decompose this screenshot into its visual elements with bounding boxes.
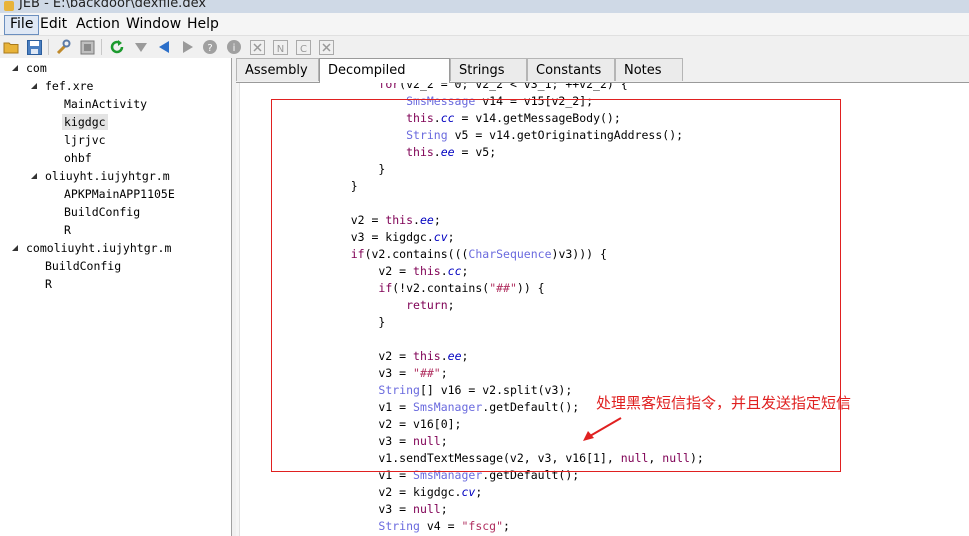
menu-bar: File Edit Action Window Help: [0, 13, 969, 36]
svg-text:N: N: [276, 44, 283, 55]
plugin-icon[interactable]: [79, 39, 95, 55]
c-box-icon[interactable]: C: [295, 39, 311, 55]
save-icon[interactable]: [26, 39, 42, 55]
annotation-highlight-box: [271, 99, 841, 472]
code-line: v3 = null;: [323, 502, 448, 516]
svg-text:C: C: [300, 44, 307, 55]
tree-node-ohbf[interactable]: ohbf: [64, 150, 92, 166]
expand-comoliuyht-icon[interactable]: [12, 245, 18, 251]
open-folder-icon[interactable]: [3, 39, 19, 55]
tree-node-fef-xre[interactable]: fef.xre: [45, 78, 93, 94]
svg-text:i: i: [233, 43, 236, 54]
code-line: v2 = kigdgc.cv;: [323, 485, 483, 499]
tree-node-buildconfig-2[interactable]: BuildConfig: [45, 258, 121, 274]
title-bar: JEB - E:\backdoor\dexfile.dex: [0, 0, 969, 13]
window-title: JEB - E:\backdoor\dexfile.dex: [19, 0, 207, 11]
menu-action[interactable]: Action: [71, 15, 125, 33]
tab-constants[interactable]: Constants: [527, 58, 615, 81]
filter-down-icon[interactable]: [133, 39, 149, 55]
expand-fef-xre-icon[interactable]: [31, 83, 37, 89]
annotation-text: 处理黑客短信指令，并且发送指定短信: [596, 394, 852, 412]
tab-constants-label: Constants: [536, 63, 602, 78]
code-line: for(v2_2 = 0; v2_2 < v3_1; ++v2_2) {: [378, 83, 628, 91]
toolbar: ? i N C: [0, 36, 969, 58]
tab-notes-label: Notes: [624, 63, 662, 78]
tree-node-r-2[interactable]: R: [45, 276, 52, 292]
refresh-icon[interactable]: [109, 39, 125, 55]
code-line: String v4 = "fscg";: [378, 519, 510, 533]
menu-edit[interactable]: Edit: [35, 15, 72, 33]
tree-node-buildconfig[interactable]: BuildConfig: [64, 204, 140, 220]
info-circle-icon[interactable]: i: [226, 39, 242, 55]
app-icon: [4, 1, 14, 11]
package-tree: com fef.xre MainActivity kigdgc ljrjvc o…: [0, 58, 232, 536]
tree-node-kigdgc[interactable]: kigdgc: [62, 114, 108, 130]
editor-gutter: [236, 83, 240, 536]
tree-node-com[interactable]: com: [26, 60, 47, 76]
tab-assembly-label: Assembly: [245, 63, 308, 78]
tab-strings-label: Strings: [459, 63, 505, 78]
expand-oliuyht-icon[interactable]: [31, 173, 37, 179]
tree-node-mainactivity[interactable]: MainActivity: [64, 96, 147, 112]
tree-node-r[interactable]: R: [64, 222, 71, 238]
tab-notes[interactable]: Notes: [615, 58, 683, 81]
svg-text:?: ?: [207, 43, 212, 54]
menu-help[interactable]: Help: [182, 15, 224, 33]
tab-decompiled-java[interactable]: Decompiled Java✕: [319, 58, 450, 101]
expand-com-icon[interactable]: [12, 65, 18, 71]
wrench-icon[interactable]: [55, 39, 71, 55]
editor-tabs: Assembly Decompiled Java✕ Strings Consta…: [236, 58, 969, 101]
n-box-icon[interactable]: N: [272, 39, 288, 55]
help-circle-icon[interactable]: ?: [202, 39, 218, 55]
tab-strings[interactable]: Strings: [450, 58, 527, 81]
tab-assembly[interactable]: Assembly: [236, 58, 319, 81]
x-box-icon[interactable]: [249, 39, 265, 55]
x-box-2-icon[interactable]: [318, 39, 334, 55]
tree-node-comoliuyht[interactable]: comoliuyht.iujyhtgr.m: [26, 240, 171, 256]
menu-window[interactable]: Window: [121, 15, 186, 33]
tree-node-apkpmainapp[interactable]: APKPMainAPP1105E: [64, 186, 175, 202]
back-arrow-icon[interactable]: [156, 39, 172, 55]
tree-node-ljrjvc[interactable]: ljrjvc: [64, 132, 106, 148]
tree-node-oliuyht[interactable]: oliuyht.iujyhtgr.m: [45, 168, 170, 184]
forward-arrow-icon[interactable]: [180, 39, 196, 55]
